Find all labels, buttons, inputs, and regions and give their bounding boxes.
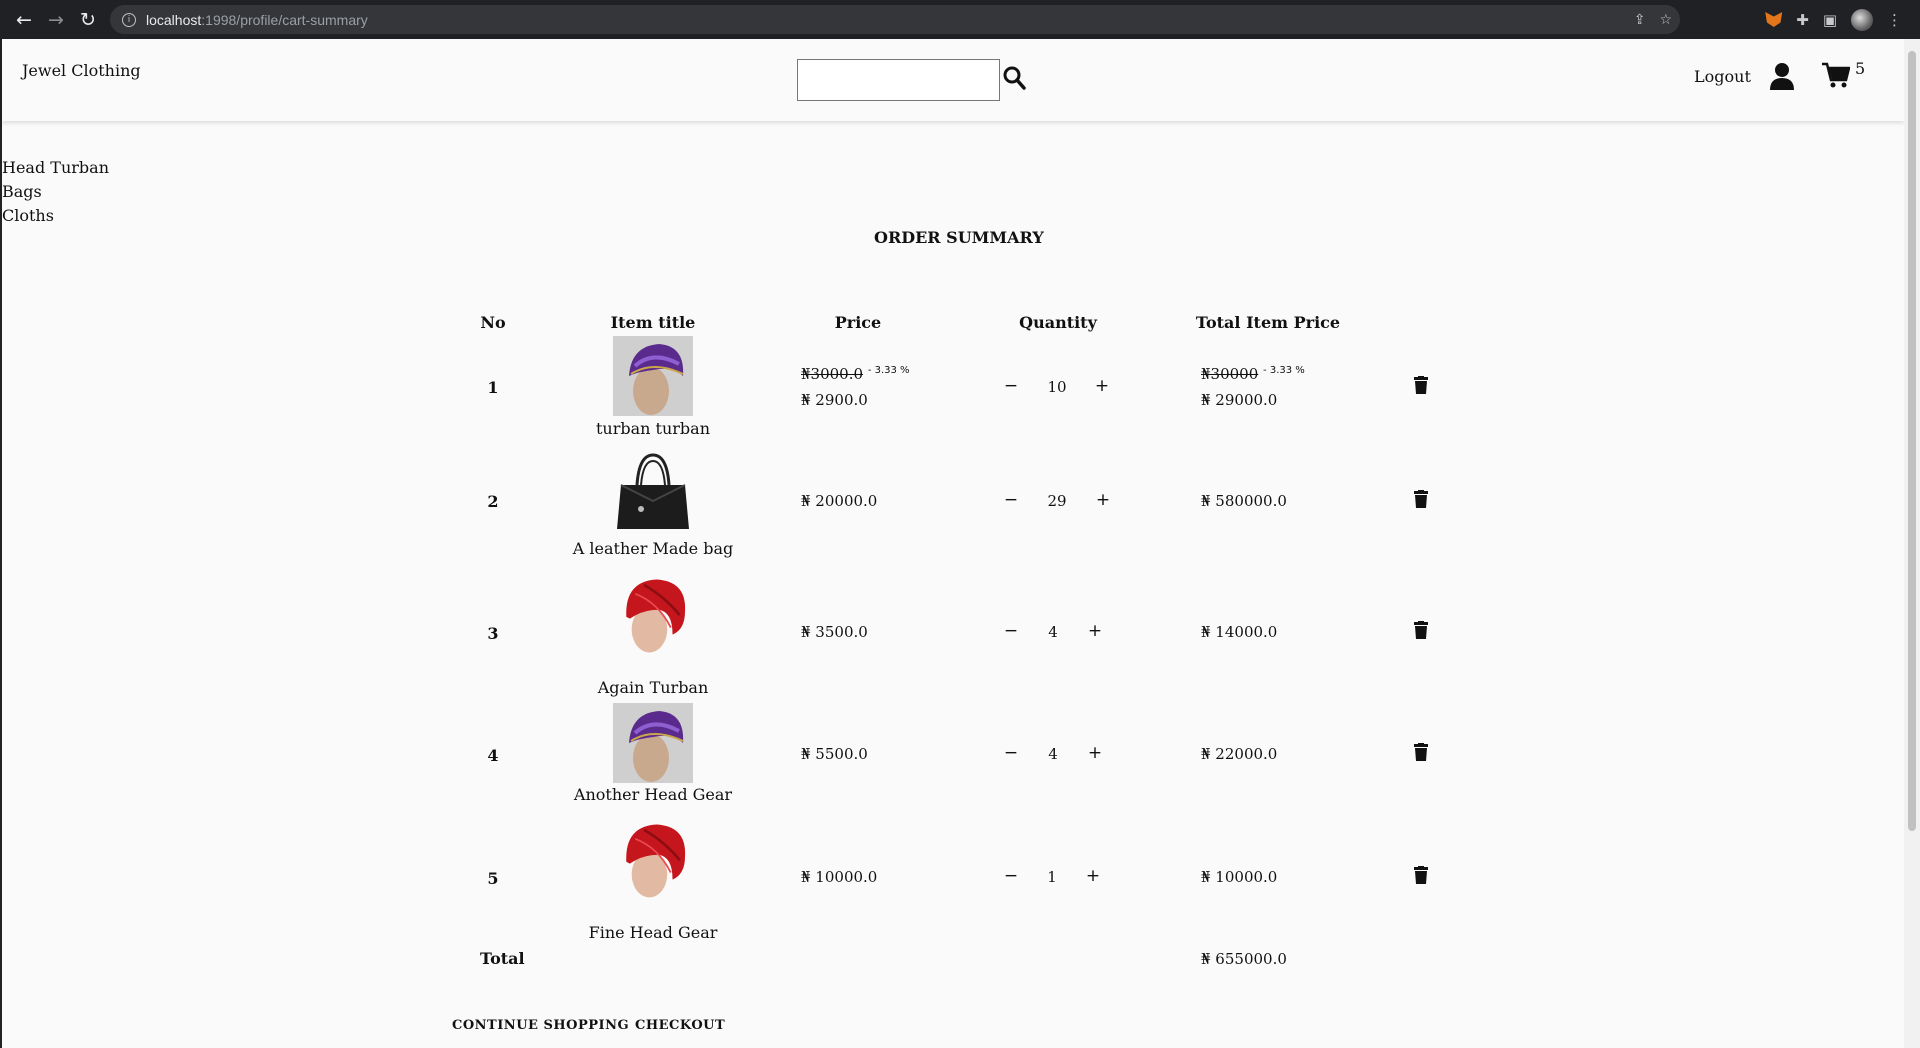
decrease-quantity-button[interactable]: −: [1004, 490, 1018, 510]
browser-toolbar: ← → ↻ i localhost:1998/profile/cart-summ…: [0, 0, 1920, 39]
delete-trash-icon[interactable]: [1414, 621, 1428, 639]
item-total-price: ₦ 580000.0: [1201, 492, 1287, 510]
category-cloths[interactable]: Cloths: [2, 204, 109, 228]
reload-icon[interactable]: ↻: [72, 0, 104, 39]
column-header-no: No: [480, 313, 506, 332]
category-bags[interactable]: Bags: [2, 180, 109, 204]
page: Jewel Clothing Logout 5 Head Turban Bags…: [0, 39, 1904, 1048]
quantity-value: 1: [1047, 868, 1057, 886]
profile-avatar-icon[interactable]: [1851, 8, 1873, 31]
cart-icon[interactable]: [1822, 61, 1850, 89]
increase-quantity-button[interactable]: +: [1096, 490, 1110, 510]
item-title: turban turban: [595, 419, 711, 438]
row-number: 1: [487, 378, 499, 397]
item-price: ₦ 2900.0: [801, 391, 868, 409]
search-input[interactable]: [797, 59, 1000, 101]
user-icon[interactable]: [1770, 62, 1794, 90]
continue-shopping-button[interactable]: CONTINUE SHOPPING: [452, 1018, 629, 1033]
item-price: ₦ 5500.0: [801, 745, 868, 763]
product-image-red-turban[interactable]: [613, 821, 693, 901]
item-original-price: ₦3000.0 - 3.33 %: [801, 365, 910, 383]
increase-quantity-button[interactable]: +: [1086, 866, 1100, 886]
column-header-item-title: Item title: [610, 313, 696, 332]
decrease-quantity-button[interactable]: −: [1004, 376, 1018, 396]
metamask-extension-icon[interactable]: [1765, 12, 1783, 27]
product-image-purple-turban[interactable]: [613, 703, 693, 783]
forward-icon[interactable]: →: [40, 0, 72, 39]
discount-badge: - 3.33 %: [867, 365, 910, 376]
item-title: Another Head Gear: [573, 785, 733, 804]
cart-count-badge: 5: [1855, 59, 1866, 78]
row-number: 2: [487, 492, 499, 511]
product-image-red-turban[interactable]: [613, 576, 693, 656]
share-icon[interactable]: ⇪: [1634, 12, 1646, 28]
site-header: Jewel Clothing Logout 5: [2, 39, 1904, 121]
url-text: localhost:1998/profile/cart-summary: [146, 11, 368, 28]
item-title: Fine Head Gear: [588, 923, 718, 942]
logout-link[interactable]: Logout: [1694, 67, 1751, 86]
quantity-value: 29: [1047, 492, 1067, 510]
quantity-value: 4: [1048, 745, 1058, 763]
column-header-quantity: Quantity: [1019, 313, 1097, 332]
decrease-quantity-button[interactable]: −: [1004, 743, 1018, 763]
search-icon[interactable]: [1002, 65, 1026, 91]
product-image-purple-turban[interactable]: [613, 336, 693, 416]
category-head-turban[interactable]: Head Turban: [2, 156, 109, 180]
row-number: 5: [487, 869, 499, 888]
item-total-price: ₦ 22000.0: [1201, 745, 1278, 763]
product-image-black-bag[interactable]: [613, 451, 693, 531]
scrollbar-thumb[interactable]: [1908, 51, 1916, 831]
decrease-quantity-button[interactable]: −: [1004, 621, 1018, 641]
item-price: ₦ 10000.0: [801, 868, 878, 886]
bookmark-star-icon[interactable]: ☆: [1659, 12, 1672, 28]
increase-quantity-button[interactable]: +: [1088, 743, 1102, 763]
discount-badge: - 3.33 %: [1263, 365, 1305, 376]
quantity-value: 10: [1047, 378, 1067, 396]
back-icon[interactable]: ←: [8, 0, 40, 39]
increase-quantity-button[interactable]: +: [1095, 376, 1109, 396]
category-menu: Head Turban Bags Cloths: [2, 156, 109, 228]
decrease-quantity-button[interactable]: −: [1004, 866, 1018, 886]
item-total-price: ₦ 29000.0: [1201, 391, 1278, 409]
delete-trash-icon[interactable]: [1414, 743, 1428, 761]
side-panel-icon[interactable]: ▣: [1823, 11, 1837, 29]
address-bar[interactable]: i localhost:1998/profile/cart-summary ⇪ …: [110, 5, 1680, 34]
column-header-price: Price: [834, 313, 882, 332]
item-title: Again Turban: [597, 678, 709, 697]
extensions-puzzle-icon[interactable]: ✚: [1796, 11, 1809, 29]
total-label: Total: [480, 949, 525, 968]
vertical-scrollbar[interactable]: [1904, 39, 1920, 1048]
item-original-total: ₦30000 - 3.33 %: [1201, 365, 1305, 383]
item-title: A leather Made bag: [572, 539, 734, 558]
item-price: ₦ 3500.0: [801, 623, 868, 641]
delete-trash-icon[interactable]: [1414, 866, 1428, 884]
site-info-icon[interactable]: i: [122, 12, 136, 27]
item-total-price: ₦ 10000.0: [1201, 868, 1278, 886]
item-price: ₦ 20000.0: [801, 492, 878, 510]
delete-trash-icon[interactable]: [1414, 490, 1428, 508]
brand-link[interactable]: Jewel Clothing: [22, 61, 141, 80]
column-header-total-item-price: Total Item Price: [1195, 313, 1341, 332]
order-summary-title: ORDER SUMMARY: [874, 228, 1044, 247]
delete-trash-icon[interactable]: [1414, 376, 1428, 394]
increase-quantity-button[interactable]: +: [1088, 621, 1102, 641]
row-number: 3: [487, 624, 499, 643]
checkout-button[interactable]: CHECKOUT: [635, 1018, 725, 1033]
quantity-value: 4: [1048, 623, 1058, 641]
browser-menu-icon[interactable]: ⋮: [1887, 11, 1902, 29]
grand-total-value: ₦ 655000.0: [1201, 950, 1287, 968]
row-number: 4: [487, 746, 499, 765]
item-total-price: ₦ 14000.0: [1201, 623, 1278, 641]
